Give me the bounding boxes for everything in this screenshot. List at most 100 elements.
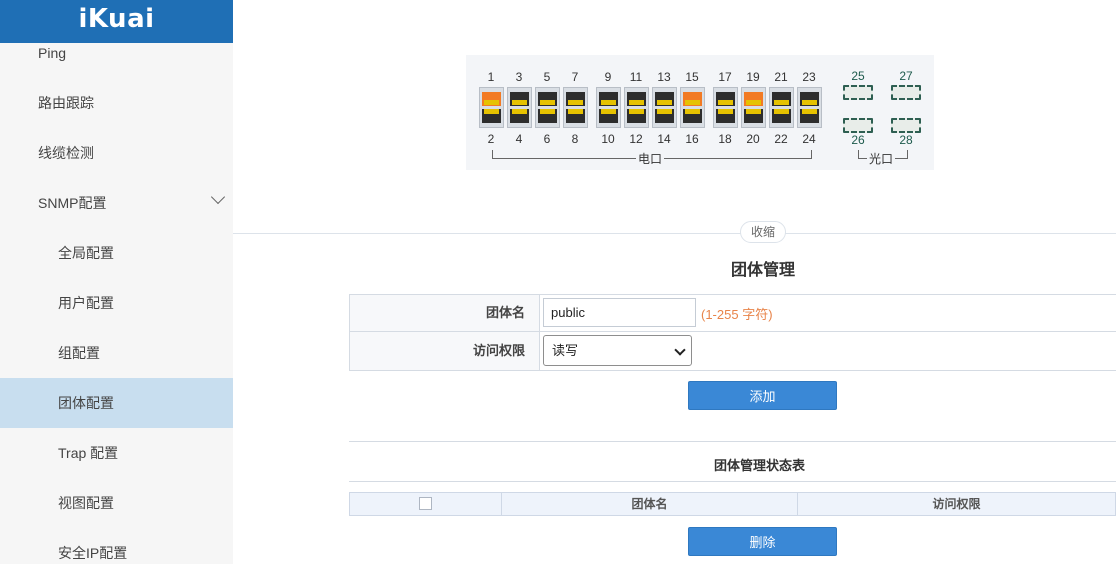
port-pins-top (802, 100, 817, 105)
port-number: 24 (802, 132, 816, 146)
port-number: 14 (657, 132, 671, 146)
port-number: 19 (746, 70, 760, 84)
port-pins-bottom (629, 109, 644, 114)
sidebar-item-traceroute[interactable]: 路由跟踪 (0, 78, 233, 128)
ethernet-port[interactable] (624, 87, 649, 128)
port-pins-bottom (718, 109, 733, 114)
copper-ports-label: 电口 (636, 150, 665, 167)
sidebar-item-community-config[interactable]: 团体配置 (0, 378, 233, 428)
port-number: 26 (851, 133, 865, 147)
select-all-cell (350, 493, 502, 515)
port-number: 12 (629, 132, 643, 146)
add-button[interactable]: 添加 (688, 381, 837, 410)
port-number: 3 (515, 70, 523, 84)
sfp-port[interactable] (843, 85, 873, 100)
port-number: 9 (604, 70, 612, 84)
chevron-down-icon (674, 344, 686, 356)
community-name-input[interactable]: public (543, 298, 696, 327)
sidebar-item-label: SNMP配置 (38, 195, 107, 211)
port-number: 27 (899, 69, 913, 83)
port-pins-top (512, 100, 527, 105)
sfp-port[interactable] (891, 118, 921, 133)
ethernet-port[interactable] (741, 87, 766, 128)
sfp-port[interactable] (891, 85, 921, 100)
page-title: 团体管理 (731, 262, 796, 279)
fiber-ports-label: 光口 (867, 150, 896, 167)
sidebar-item-snmp[interactable]: SNMP配置 (0, 178, 233, 228)
ethernet-port[interactable] (713, 87, 738, 128)
port-number: 5 (543, 70, 551, 84)
sidebar-item-global-config[interactable]: 全局配置 (0, 228, 233, 278)
sidebar-item-user-config[interactable]: 用户配置 (0, 278, 233, 328)
port-pins-top (629, 100, 644, 105)
ethernet-port[interactable] (769, 87, 794, 128)
port-number: 18 (718, 132, 732, 146)
access-select[interactable]: 读写 (543, 335, 692, 366)
access-select-value: 读写 (552, 343, 579, 358)
community-name-label: 团体名 (350, 295, 540, 331)
port-pins-bottom (512, 109, 527, 114)
sidebar-item-ping[interactable]: Ping (0, 28, 233, 78)
table-title-divider (349, 481, 1116, 482)
sidebar-item-trap-config[interactable]: Trap 配置 (0, 428, 233, 478)
delete-button[interactable]: 删除 (688, 527, 837, 556)
port-number: 8 (571, 132, 579, 146)
port-pins-bottom (802, 109, 817, 114)
sidebar-item-view-config[interactable]: 视图配置 (0, 478, 233, 528)
column-header-community-name[interactable]: 团体名 (502, 493, 798, 515)
port-number: 10 (601, 132, 615, 146)
access-label: 访问权限 (350, 332, 540, 370)
table-top-divider (349, 441, 1116, 442)
port-pins-bottom (746, 109, 761, 114)
port-pins-top (568, 100, 583, 105)
port-number: 6 (543, 132, 551, 146)
port-pins-top (774, 100, 789, 105)
port-number: 22 (774, 132, 788, 146)
port-number: 28 (899, 133, 913, 147)
ethernet-port[interactable] (507, 87, 532, 128)
ethernet-port[interactable] (563, 87, 588, 128)
ethernet-port[interactable] (652, 87, 677, 128)
port-pins-bottom (484, 109, 499, 114)
port-pins-top (746, 100, 761, 105)
sidebar-item-group-config[interactable]: 组配置 (0, 328, 233, 378)
sidebar-item-security-ip[interactable]: 安全IP配置 (0, 528, 233, 564)
ethernet-port[interactable] (680, 87, 705, 128)
ethernet-port[interactable] (479, 87, 504, 128)
port-number: 21 (774, 70, 788, 84)
port-pins-bottom (540, 109, 555, 114)
port-pins-top (540, 100, 555, 105)
status-table-header: 团体名 访问权限 (349, 492, 1116, 516)
port-pins-bottom (774, 109, 789, 114)
chevron-down-icon (210, 189, 226, 205)
port-pins-bottom (685, 109, 700, 114)
collapse-button[interactable]: 收缩 (740, 221, 786, 243)
port-number: 2 (487, 132, 495, 146)
form-row-access: 访问权限 (349, 332, 1116, 371)
port-number: 16 (685, 132, 699, 146)
column-header-access[interactable]: 访问权限 (798, 493, 1115, 515)
port-pins-bottom (601, 109, 616, 114)
port-number: 17 (718, 70, 732, 84)
port-pins-top (484, 100, 499, 105)
port-pins-top (657, 100, 672, 105)
ethernet-port[interactable] (797, 87, 822, 128)
port-pins-top (718, 100, 733, 105)
community-name-hint: (1-255 字符) (701, 307, 773, 322)
sidebar: iKuai Ping 路由跟踪 线缆检测 SNMP配置 全局配置 用户配置 组配… (0, 0, 233, 564)
port-number: 11 (629, 70, 643, 84)
port-number: 4 (515, 132, 523, 146)
status-table-title: 团体管理状态表 (714, 458, 806, 473)
port-number: 25 (851, 69, 865, 83)
port-number: 20 (746, 132, 760, 146)
port-number: 1 (487, 70, 495, 84)
port-number: 7 (571, 70, 579, 84)
port-pins-bottom (657, 109, 672, 114)
sidebar-item-cable-test[interactable]: 线缆检测 (0, 128, 233, 178)
section-divider (233, 233, 1116, 234)
ethernet-port[interactable] (535, 87, 560, 128)
sfp-port[interactable] (843, 118, 873, 133)
port-pins-top (601, 100, 616, 105)
ethernet-port[interactable] (596, 87, 621, 128)
select-all-checkbox[interactable] (419, 497, 432, 510)
